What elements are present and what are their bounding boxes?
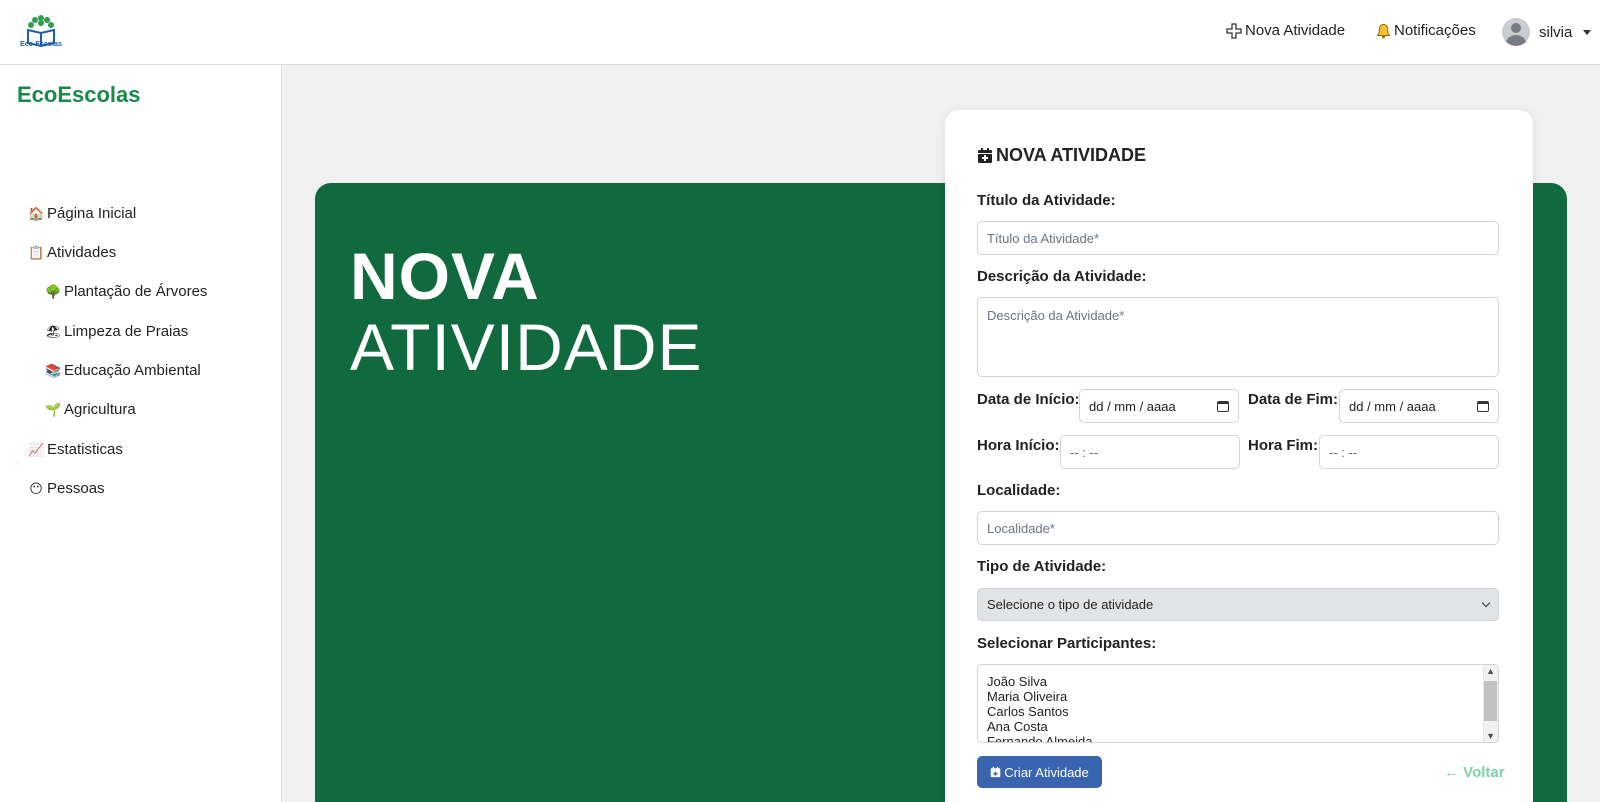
user-menu[interactable]: silvia [1502,18,1592,46]
plant-icon: 🌱 [45,401,62,417]
title-placeholder: Título da Atividade* [987,230,1100,246]
logo-text: Eco-Escolas [20,41,62,48]
end-time-label: Hora Fim: [1248,437,1319,454]
house-icon: 🏠 [28,205,45,221]
new-activity-link[interactable]: Nova Atividade [1226,22,1345,39]
participants-label: Selecionar Participantes: [977,635,1157,652]
start-time-label: Hora Início: [977,437,1060,454]
username: silvia [1539,23,1573,41]
sidebar: EcoEscolas 🏠 Página Inicial 📋 Atividades… [0,65,282,802]
chevron-down-icon [1481,598,1491,607]
form-title: NOVA ATIVIDADE [977,145,1146,166]
sidebar-item-educacao[interactable]: 📚 Educação Ambiental [45,362,201,379]
sidebar-item-estatisticas[interactable]: 📈 Estatisticas [28,441,123,458]
start-time-value: -- : -- [1070,444,1099,460]
end-date-input[interactable]: dd / mm / aaaa [1339,389,1499,423]
end-time-input[interactable]: -- : -- [1319,435,1499,469]
activity-type-label: Tipo de Atividade: [977,558,1107,575]
clipboard-icon: 📋 [28,244,45,260]
top-navbar: Eco-Escolas Nova Atividade Notificações … [0,0,1600,65]
sidebar-item-limpeza[interactable]: 🏖 Limpeza de Praias [45,323,188,340]
sidebar-item-label: Plantação de Árvores [64,283,208,300]
create-activity-label: Criar Atividade [1004,764,1089,780]
books-icon: 📚 [45,362,62,378]
description-placeholder: Descrição da Atividade* [987,308,1125,323]
notifications-link[interactable]: Notificações [1376,22,1476,39]
scroll-up-icon[interactable]: ▲ [1486,666,1495,676]
hero-title-line1: NOVA [350,239,540,313]
calendar-icon[interactable] [1217,400,1229,412]
sidebar-item-plantacao[interactable]: 🌳 Plantação de Árvores [45,283,207,300]
avatar [1502,18,1530,46]
sidebar-item-label: Agricultura [64,401,136,418]
participant-option[interactable]: Fernando Almeida [987,734,1093,742]
start-date-input[interactable]: dd / mm / aaaa [1079,389,1239,423]
end-time-value: -- : -- [1329,444,1358,460]
activity-type-select[interactable]: Selecione o tipo de atividade [977,588,1499,621]
description-textarea[interactable]: Descrição da Atividade* [977,297,1499,377]
title-input[interactable]: Título da Atividade* [977,221,1499,255]
start-date-label: Data de Início: [977,391,1080,408]
caret-down-icon [1583,29,1592,35]
end-date-label: Data de Fim: [1248,391,1339,408]
title-label: Título da Atividade: [977,192,1116,209]
participant-option[interactable]: Maria Oliveira [987,689,1093,704]
sidebar-item-agricultura[interactable]: 🌱 Agricultura [45,401,136,418]
calendar-icon[interactable] [1477,400,1489,412]
sidebar-item-label: Estatisticas [47,441,123,458]
hero-title-line2: ATIVIDADE [350,310,703,384]
arrow-left-icon: ← [1444,764,1459,781]
scroll-down-icon[interactable]: ▼ [1486,731,1495,741]
face-icon: 😶 [29,480,43,496]
scrollbar-thumb[interactable] [1484,681,1497,721]
start-date-value: dd / mm / aaaa [1089,398,1176,414]
bell-icon [1376,23,1391,38]
location-placeholder: Localidade* [987,520,1055,536]
back-link[interactable]: ← Voltar [1444,764,1505,781]
sidebar-item-label: Educação Ambiental [64,362,201,379]
participants-listbox[interactable]: João Silva Maria Oliveira Carlos Santos … [977,664,1499,743]
start-time-input[interactable]: -- : -- [1060,435,1240,469]
create-activity-button[interactable]: Criar Atividade [977,756,1102,788]
location-input[interactable]: Localidade* [977,511,1499,545]
sidebar-item-atividades[interactable]: 📋 Atividades [28,244,116,261]
form-title-text: NOVA ATIVIDADE [996,145,1147,165]
participant-option[interactable]: João Silva [987,674,1093,689]
sidebar-item-label: Atividades [47,244,117,261]
sidebar-item-label: Página Inicial [47,205,137,222]
sidebar-item-home[interactable]: 🏠 Página Inicial [28,205,136,222]
notifications-label: Notificações [1394,22,1476,39]
participants-scrollbar[interactable]: ▲ ▼ [1483,665,1498,742]
plus-icon [1226,22,1242,39]
description-label: Descrição da Atividade: [977,268,1147,285]
beach-icon: 🏖 [45,323,62,339]
activity-type-selected: Selecione o tipo de atividade [987,597,1154,612]
sidebar-item-label: Pessoas [47,480,105,497]
participant-option[interactable]: Carlos Santos [987,704,1093,719]
chart-icon: 📈 [28,441,45,457]
sidebar-brand[interactable]: EcoEscolas [17,82,141,108]
new-activity-form: NOVA ATIVIDADE Título da Atividade: Títu… [945,110,1533,802]
participants-options: João Silva Maria Oliveira Carlos Santos … [987,674,1093,742]
sidebar-item-pessoas[interactable]: 😶 Pessoas [28,480,105,497]
sidebar-item-label: Limpeza de Praias [64,323,189,340]
back-label: Voltar [1463,764,1505,781]
end-date-value: dd / mm / aaaa [1349,398,1436,414]
tree-icon: 🌳 [45,283,62,299]
new-activity-label: Nova Atividade [1245,22,1346,39]
calendar-plus-icon [978,148,992,163]
calendar-plus-icon [990,766,1001,778]
location-label: Localidade: [977,482,1061,499]
participant-option[interactable]: Ana Costa [987,719,1093,734]
